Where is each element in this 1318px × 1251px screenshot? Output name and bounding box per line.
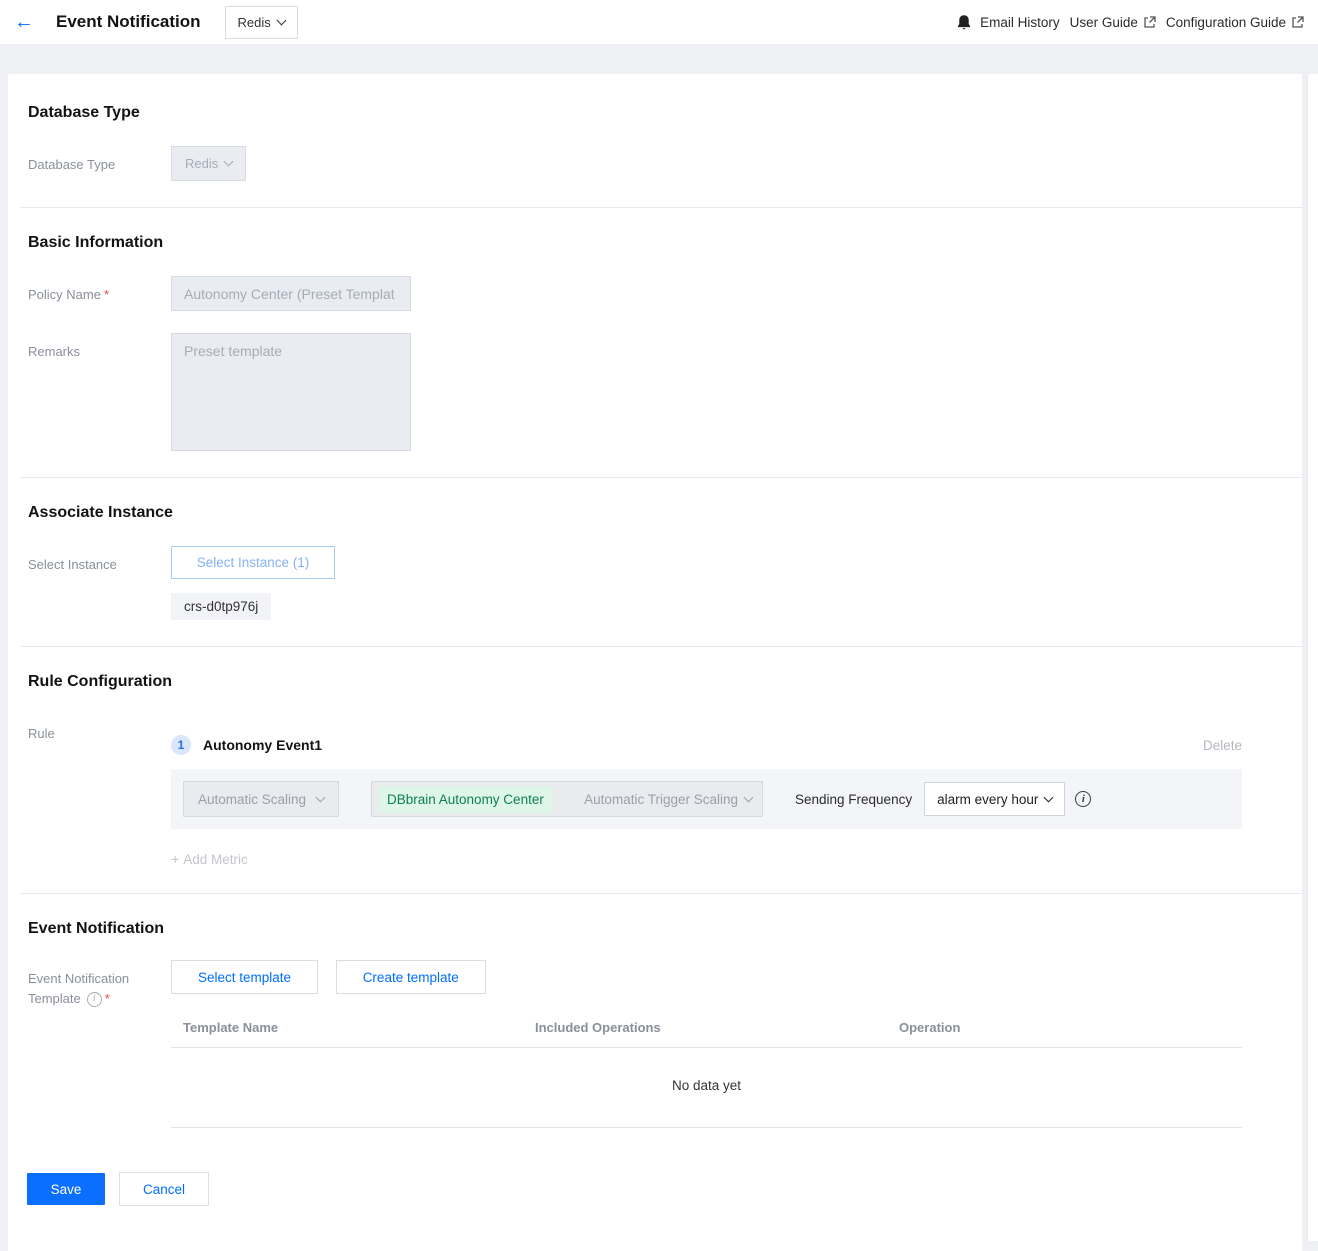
table-divider [171, 1127, 1242, 1128]
template-table: Template Name Included Operations Operat… [171, 1010, 1242, 1128]
user-guide-link[interactable]: User Guide [1070, 15, 1156, 30]
sending-frequency-value: alarm every hour [937, 792, 1038, 807]
rule-configuration-heading: Rule Configuration [28, 647, 1272, 691]
chevron-down-icon [276, 15, 286, 25]
form-footer: Save Cancel [8, 1172, 1302, 1206]
section-database-type: Database Type Database Type Redis [8, 74, 1302, 181]
info-icon[interactable]: i [1075, 791, 1091, 807]
select-template-button[interactable]: Select template [171, 960, 318, 994]
email-history-link[interactable]: Email History [980, 15, 1060, 30]
add-metric-button[interactable]: + Add Metric [171, 851, 1272, 867]
basic-information-heading: Basic Information [28, 208, 1272, 252]
chevron-down-icon [224, 157, 234, 167]
event-tag: DBbrain Autonomy Center [378, 786, 553, 813]
cancel-button[interactable]: Cancel [119, 1172, 209, 1206]
create-template-button[interactable]: Create template [336, 960, 486, 994]
add-metric-label: Add Metric [183, 852, 248, 867]
database-type-value: Redis [185, 156, 218, 171]
main-card: Database Type Database Type Redis Basic … [8, 74, 1302, 1251]
back-arrow-icon[interactable]: ← [14, 12, 34, 32]
section-basic-information: Basic Information Policy Name* Remarks P… [8, 208, 1302, 451]
template-info-icon[interactable]: i [87, 992, 102, 1007]
policy-name-label: Policy Name* [28, 276, 171, 305]
metric-dropdown[interactable]: Automatic Scaling [183, 781, 339, 817]
database-type-heading: Database Type [28, 74, 1272, 122]
rule-delete-link[interactable]: Delete [1203, 738, 1242, 753]
event-notification-heading: Event Notification [28, 894, 1272, 938]
top-bar: ← Event Notification Redis Email History… [0, 0, 1318, 44]
bell-icon[interactable] [956, 14, 972, 31]
event-dropdown-value: Automatic Trigger Scaling [584, 792, 738, 807]
sending-frequency-label: Sending Frequency [795, 792, 912, 807]
remarks-textarea[interactable]: Preset template [171, 333, 411, 451]
section-associate-instance: Associate Instance Select Instance Selec… [8, 478, 1302, 620]
section-event-notification: Event Notification Event Notification Te… [8, 894, 1302, 1128]
required-marker: * [104, 287, 109, 302]
instance-tag: crs-d0tp976j [171, 593, 271, 620]
required-marker: * [105, 989, 110, 1009]
user-guide-label: User Guide [1070, 15, 1138, 30]
database-type-dropdown[interactable]: Redis [171, 146, 246, 181]
associate-instance-heading: Associate Instance [28, 478, 1272, 522]
page-title: Event Notification [56, 12, 201, 32]
email-history-label: Email History [980, 15, 1060, 30]
plus-icon: + [171, 851, 179, 867]
select-instance-button[interactable]: Select Instance (1) [171, 546, 335, 579]
configuration-guide-link[interactable]: Configuration Guide [1166, 15, 1304, 30]
section-rule-configuration: Rule Configuration Rule 1 Autonomy Event… [8, 647, 1302, 867]
column-template-name: Template Name [171, 1020, 535, 1035]
save-button[interactable]: Save [27, 1173, 105, 1205]
external-link-icon [1143, 16, 1156, 29]
remarks-label: Remarks [28, 333, 171, 362]
sending-frequency-dropdown[interactable]: alarm every hour [924, 782, 1065, 816]
database-type-header-selector[interactable]: Redis [225, 6, 298, 39]
event-dropdown[interactable]: DBbrain Autonomy Center Automatic Trigge… [371, 781, 763, 817]
chevron-down-icon [316, 792, 326, 802]
table-empty-text: No data yet [171, 1048, 1242, 1127]
database-type-header-value: Redis [238, 15, 271, 30]
template-table-header: Template Name Included Operations Operat… [171, 1010, 1242, 1047]
metric-dropdown-value: Automatic Scaling [198, 792, 306, 807]
chevron-down-icon [1044, 792, 1054, 802]
rule-title: Autonomy Event1 [203, 737, 322, 753]
scrollbar-track[interactable] [1307, 74, 1318, 1241]
chevron-down-icon [744, 792, 754, 802]
rule-index-badge: 1 [171, 735, 191, 755]
policy-name-input[interactable] [171, 276, 411, 311]
database-type-label: Database Type [28, 146, 171, 175]
external-link-icon [1291, 16, 1304, 29]
column-included-operations: Included Operations [535, 1020, 899, 1035]
rule-box: Automatic Scaling DBbrain Autonomy Cente… [171, 769, 1242, 829]
select-instance-label: Select Instance [28, 546, 171, 575]
event-notification-template-label: Event Notification Template i * [28, 960, 171, 1009]
column-operation: Operation [899, 1020, 960, 1035]
rule-label: Rule [28, 715, 171, 744]
configuration-guide-label: Configuration Guide [1166, 15, 1286, 30]
